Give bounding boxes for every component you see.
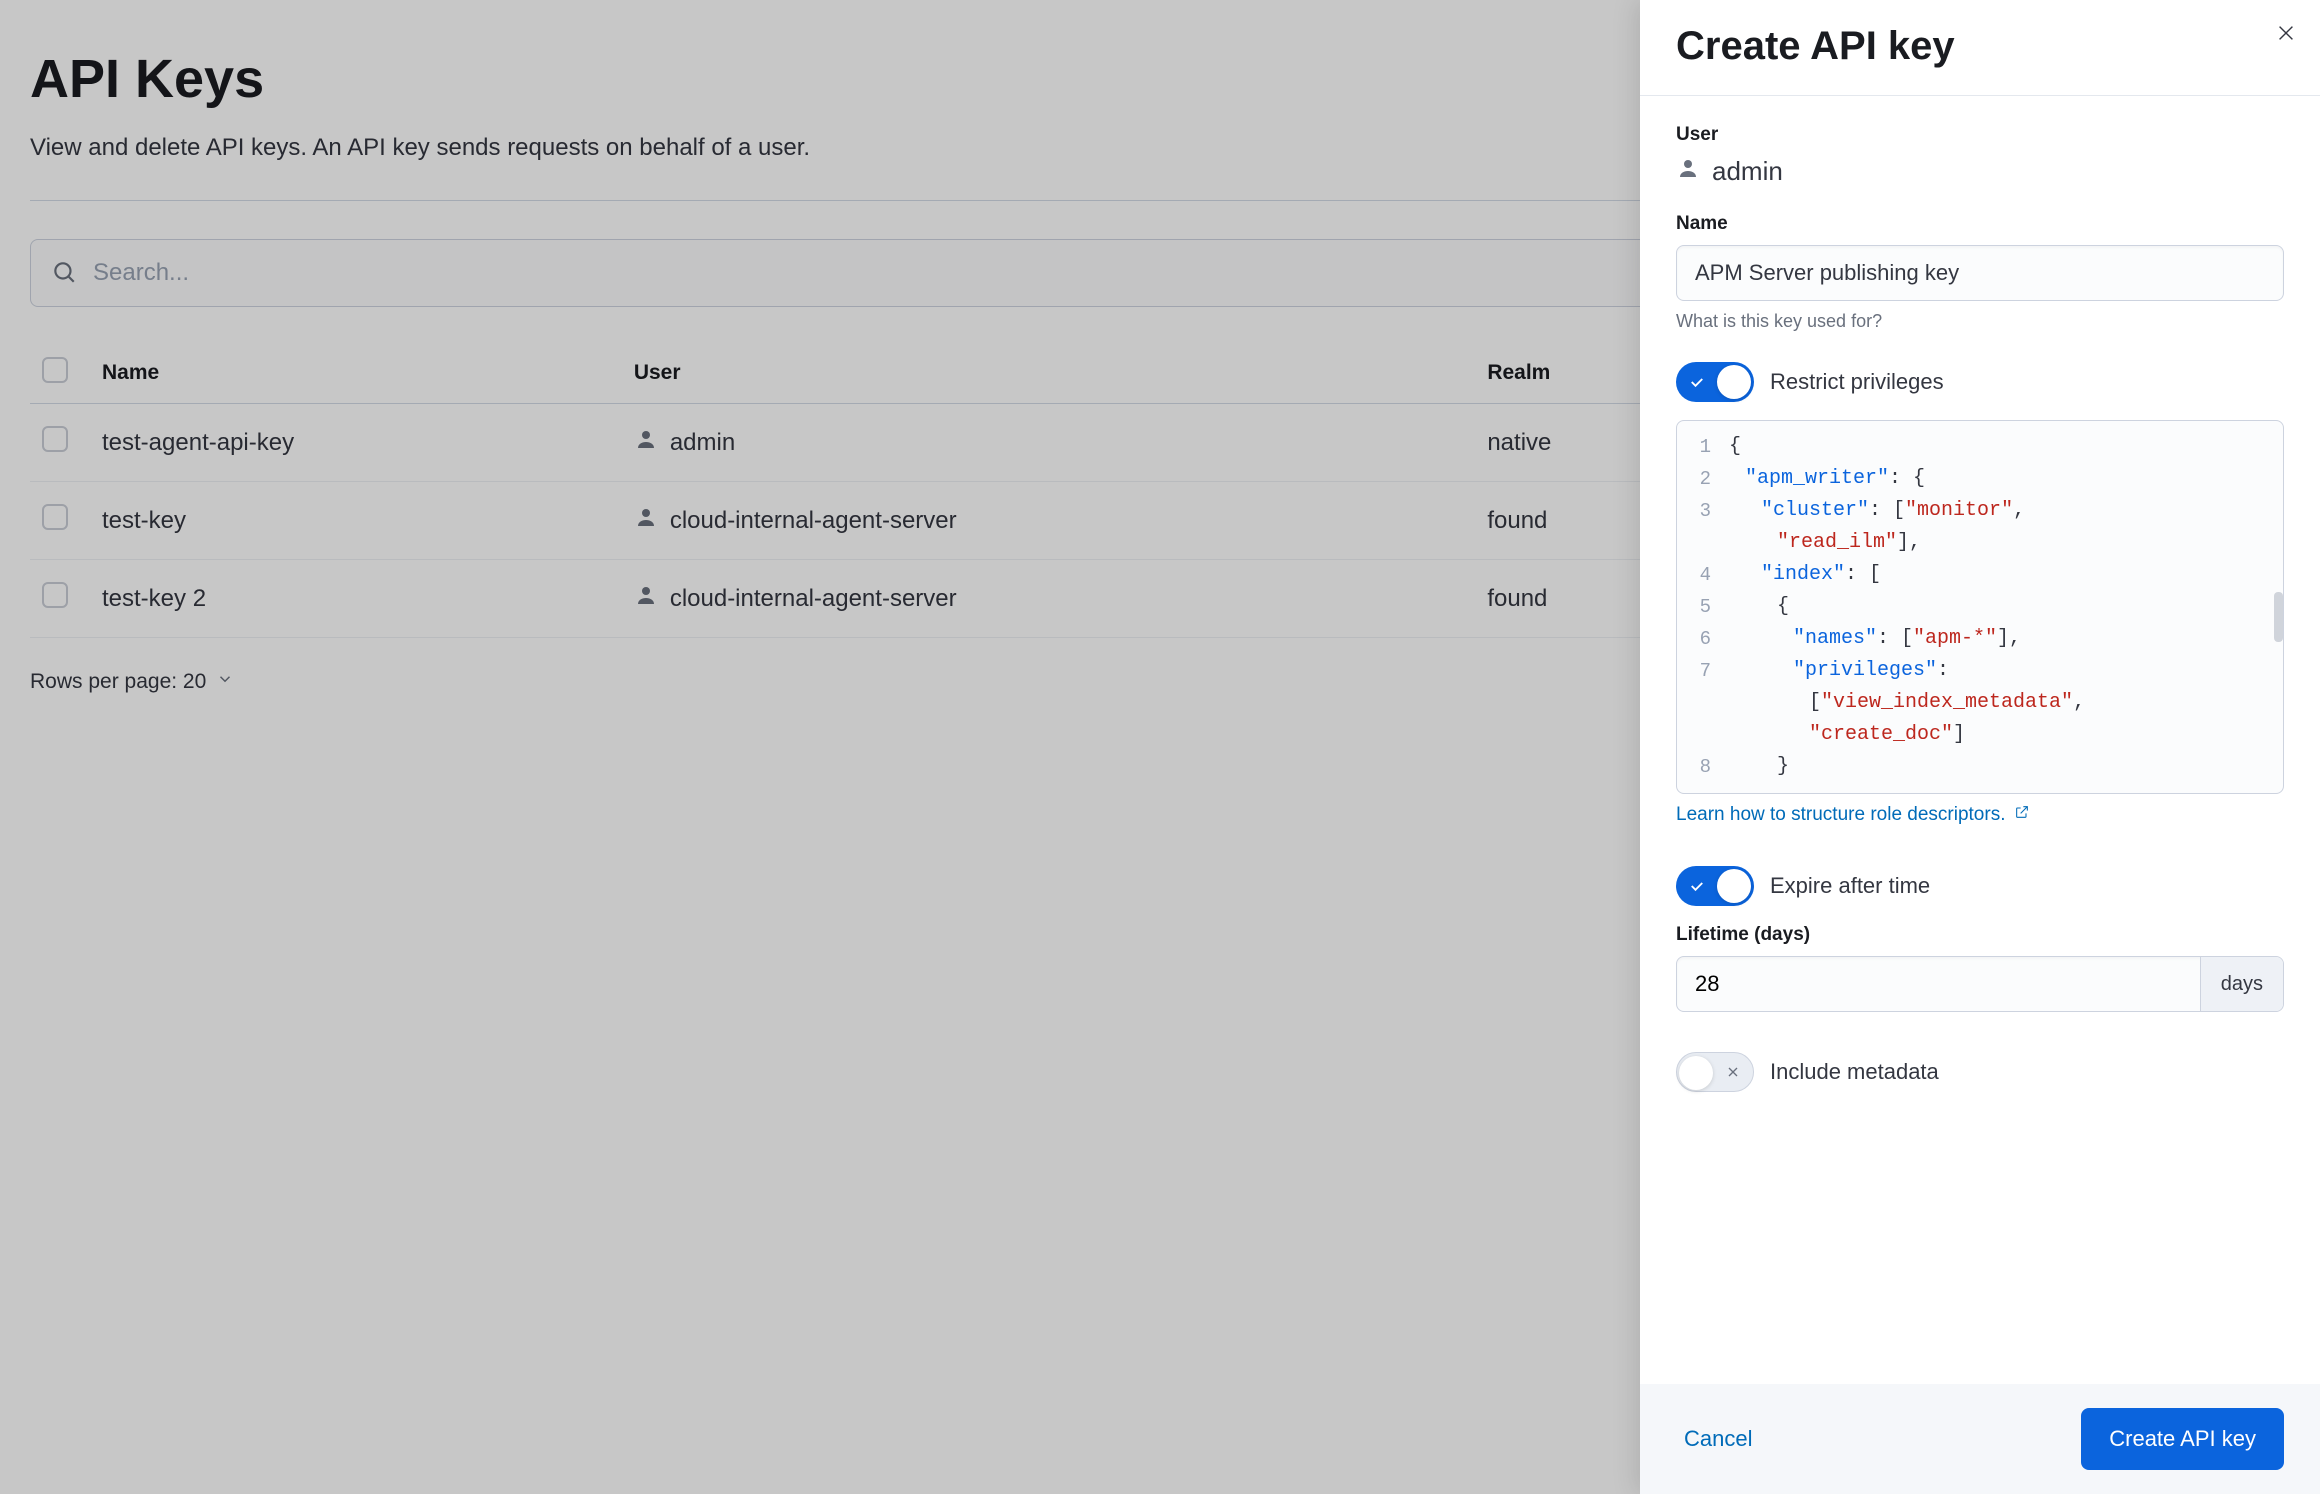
create-api-key-button[interactable]: Create API key xyxy=(2081,1408,2284,1470)
code-gutter: 123 4567 8 xyxy=(1677,421,1721,793)
learn-link-text: Learn how to structure role descriptors. xyxy=(1676,804,2006,826)
include-metadata-label: Include metadata xyxy=(1770,1059,1939,1085)
flyout-header: Create API key xyxy=(1640,0,2320,96)
flyout-body: User admin Name What is this key used fo… xyxy=(1640,96,2320,1384)
lifetime-suffix: days xyxy=(2200,957,2283,1011)
select-all-checkbox[interactable] xyxy=(42,357,68,383)
cancel-button[interactable]: Cancel xyxy=(1676,1414,1760,1464)
user-display: admin xyxy=(1676,156,2284,187)
user-label: User xyxy=(1676,124,2284,146)
row-checkbox[interactable] xyxy=(42,504,68,530)
restrict-privileges-label: Restrict privileges xyxy=(1770,369,1944,395)
name-label: Name xyxy=(1676,213,2284,235)
user-value: admin xyxy=(1712,156,1783,187)
cell-name: test-key 2 xyxy=(90,560,622,638)
user-icon xyxy=(634,427,658,458)
flyout-title: Create API key xyxy=(1676,24,2284,69)
external-link-icon xyxy=(2014,804,2030,826)
row-checkbox[interactable] xyxy=(42,426,68,452)
cell-name: test-key xyxy=(90,482,622,560)
cell-user: admin xyxy=(634,427,1464,458)
close-icon xyxy=(2275,22,2297,47)
user-icon xyxy=(1676,156,1700,187)
rows-per-page-label: Rows per page: 20 xyxy=(30,670,206,694)
col-user[interactable]: User xyxy=(622,343,1476,404)
check-icon xyxy=(1688,877,1706,895)
lifetime-field[interactable]: days xyxy=(1676,956,2284,1012)
cell-user: cloud-internal-agent-server xyxy=(634,583,1464,614)
name-help-text: What is this key used for? xyxy=(1676,311,2284,332)
check-icon xyxy=(1688,373,1706,391)
restrict-privileges-toggle[interactable] xyxy=(1676,362,1754,402)
row-checkbox[interactable] xyxy=(42,582,68,608)
scrollbar-thumb[interactable] xyxy=(2274,592,2283,642)
close-button[interactable] xyxy=(2270,18,2302,50)
user-icon xyxy=(634,583,658,614)
lifetime-label: Lifetime (days) xyxy=(1676,924,2284,946)
chevron-down-icon xyxy=(216,670,234,694)
lifetime-input[interactable] xyxy=(1677,957,2200,1011)
include-metadata-toggle[interactable] xyxy=(1676,1052,1754,1092)
code-body[interactable]: {"apm_writer": {"cluster": ["monitor","r… xyxy=(1721,421,2283,793)
expire-after-time-toggle[interactable] xyxy=(1676,866,1754,906)
cell-name: test-agent-api-key xyxy=(90,404,622,482)
learn-role-descriptors-link[interactable]: Learn how to structure role descriptors. xyxy=(1676,804,2030,826)
create-api-key-flyout: Create API key User admin Name What is t… xyxy=(1640,0,2320,1494)
cell-user: cloud-internal-agent-server xyxy=(634,505,1464,536)
x-icon xyxy=(1725,1064,1741,1080)
name-input[interactable] xyxy=(1676,245,2284,301)
search-icon xyxy=(51,259,93,288)
user-icon xyxy=(634,505,658,536)
col-name[interactable]: Name xyxy=(90,343,622,404)
flyout-footer: Cancel Create API key xyxy=(1640,1384,2320,1494)
expire-after-time-label: Expire after time xyxy=(1770,873,1930,899)
role-descriptor-editor[interactable]: 123 4567 8 {"apm_writer": {"cluster": ["… xyxy=(1676,420,2284,794)
